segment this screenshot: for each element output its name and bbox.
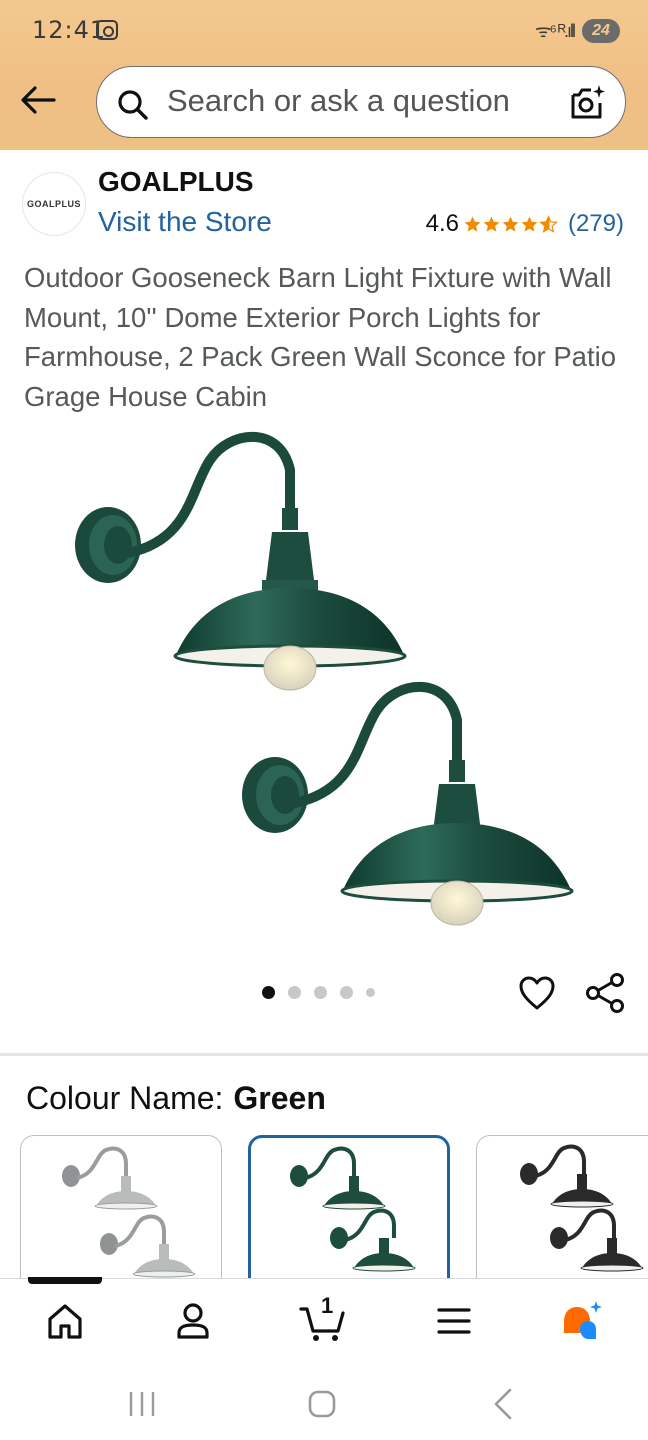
camera-search-icon[interactable]	[567, 83, 607, 123]
account-icon[interactable]	[171, 1299, 215, 1343]
lamp-upper	[75, 431, 407, 691]
status-indicators: ᯤ⁶ ᴿ.ıll 24	[535, 18, 620, 44]
share-icon[interactable]	[585, 973, 625, 1013]
search-input[interactable]: Search or ask a question	[167, 83, 510, 119]
carousel-dot[interactable]	[340, 986, 353, 999]
review-count[interactable]: (279)	[568, 210, 624, 238]
system-navigation-bar	[0, 1366, 648, 1440]
star-icon	[521, 216, 538, 232]
swatch-image-black	[520, 1144, 644, 1272]
home-system-icon[interactable]	[302, 1384, 342, 1424]
bottom-navigation: 1	[0, 1277, 648, 1366]
rating-summary[interactable]: 4.6 (279)	[426, 210, 624, 238]
star-rating	[463, 214, 558, 234]
lamp-lower	[242, 681, 574, 926]
section-divider	[0, 1053, 648, 1056]
rating-value: 4.6	[425, 210, 459, 237]
star-icon	[464, 216, 481, 232]
search-icon	[118, 90, 148, 120]
screen-record-icon	[96, 20, 118, 40]
heart-icon[interactable]	[518, 975, 556, 1011]
colour-swatch-silver[interactable]	[20, 1135, 222, 1295]
signal-icon: ᯤ⁶ ᴿ.ıll	[535, 21, 576, 41]
back-arrow-icon	[21, 86, 56, 114]
brand-logo[interactable]: GOALPLUS	[22, 172, 86, 236]
back-system-icon[interactable]	[484, 1384, 524, 1424]
home-icon[interactable]	[43, 1299, 87, 1343]
image-carousel-indicator	[262, 986, 375, 999]
carousel-dot[interactable]	[314, 986, 327, 999]
back-button[interactable]	[18, 80, 58, 120]
brand-logo-text: GOALPLUS	[26, 199, 81, 209]
star-icon	[483, 216, 500, 232]
product-image[interactable]	[0, 420, 648, 960]
active-tab-indicator	[28, 1277, 102, 1284]
cart-count: 1	[321, 1293, 334, 1318]
half-star-icon	[539, 214, 558, 233]
app-header: 12:41 ᯤ⁶ ᴿ.ıll 24 Search or ask a questi…	[0, 0, 648, 150]
carousel-dot[interactable]	[288, 986, 301, 999]
menu-icon[interactable]	[432, 1299, 476, 1343]
brand-name: GOALPLUS	[98, 166, 254, 197]
visit-store-link[interactable]: Visit the Store	[98, 206, 272, 238]
colour-selected-value: Green	[233, 1080, 326, 1116]
search-bar[interactable]: Search or ask a question	[96, 66, 626, 138]
colour-selector-label: Colour Name: Green	[26, 1080, 326, 1117]
carousel-dot[interactable]	[366, 988, 375, 997]
battery-icon: 24	[582, 19, 620, 43]
recent-apps-icon[interactable]	[122, 1384, 162, 1424]
colour-swatch-black[interactable]	[476, 1135, 648, 1295]
status-bar: 12:41 ᯤ⁶ ᴿ.ıll 24	[0, 0, 648, 62]
carousel-dot[interactable]	[262, 986, 275, 999]
colour-swatch-green[interactable]	[248, 1135, 450, 1295]
star-icon	[502, 216, 519, 232]
product-title: Outdoor Gooseneck Barn Light Fixture wit…	[24, 262, 617, 412]
colour-label-text: Colour Name:	[26, 1080, 224, 1116]
rufus-assistant-icon[interactable]	[560, 1299, 604, 1343]
swatch-image-green	[290, 1146, 416, 1272]
swatch-image-silver	[62, 1146, 196, 1278]
